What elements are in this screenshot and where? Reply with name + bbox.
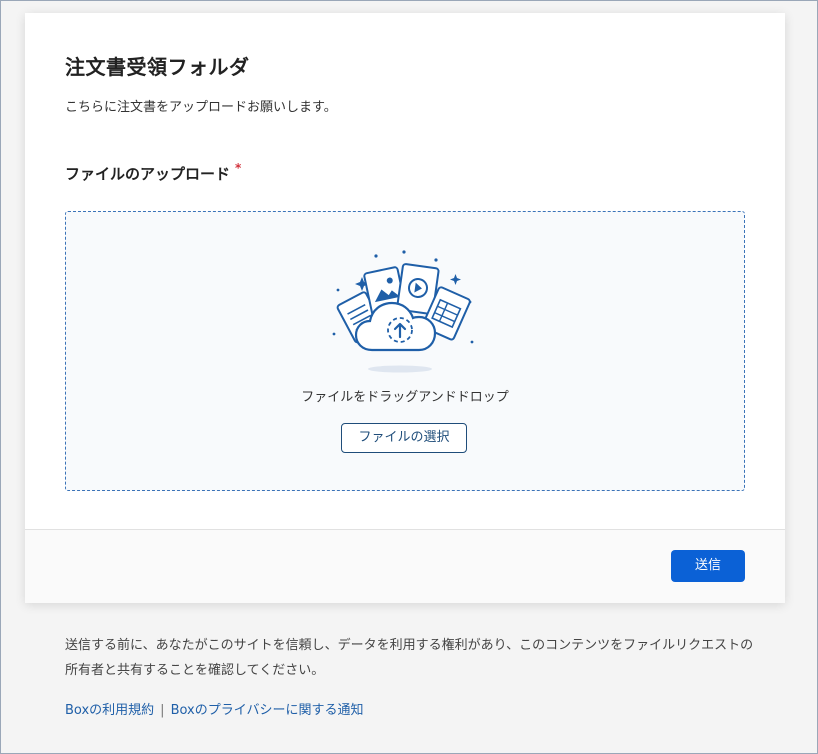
drop-instructions: ファイルをドラッグアンドドロップ xyxy=(301,390,509,405)
consent-notice: 送信する前に、あなたがこのサイトを信頼し、データを利用する権利があり、このコンテ… xyxy=(65,638,754,678)
submit-button[interactable]: 送信 xyxy=(671,550,745,582)
required-marker: * xyxy=(235,161,242,175)
card-footer: 送信 xyxy=(25,529,785,603)
upload-field-label: ファイルのアップロード * xyxy=(65,161,242,184)
select-file-button[interactable]: ファイルの選択 xyxy=(341,423,467,453)
file-dropzone[interactable]: ファイルをドラッグアンドドロップ ファイルの選択 xyxy=(65,211,745,491)
file-request-card: 注文書受領フォルダ こちらに注文書をアップロードお願いします。 ファイルのアップ… xyxy=(25,13,785,603)
upload-label-text: ファイルのアップロード xyxy=(65,165,231,183)
terms-link[interactable]: Boxの利用規約 xyxy=(65,703,154,718)
page-description: こちらに注文書をアップロードお願いします。 xyxy=(65,100,337,115)
privacy-link[interactable]: Boxのプライバシーに関する通知 xyxy=(171,703,364,718)
card-body: 注文書受領フォルダ こちらに注文書をアップロードお願いします。 ファイルのアップ… xyxy=(25,13,785,530)
legal-links: Boxの利用規約 | Boxのプライバシーに関する通知 xyxy=(65,699,363,718)
cloud-upload-documents-icon xyxy=(332,250,474,373)
link-separator: | xyxy=(160,703,165,718)
page-title: 注文書受領フォルダ xyxy=(65,55,250,79)
